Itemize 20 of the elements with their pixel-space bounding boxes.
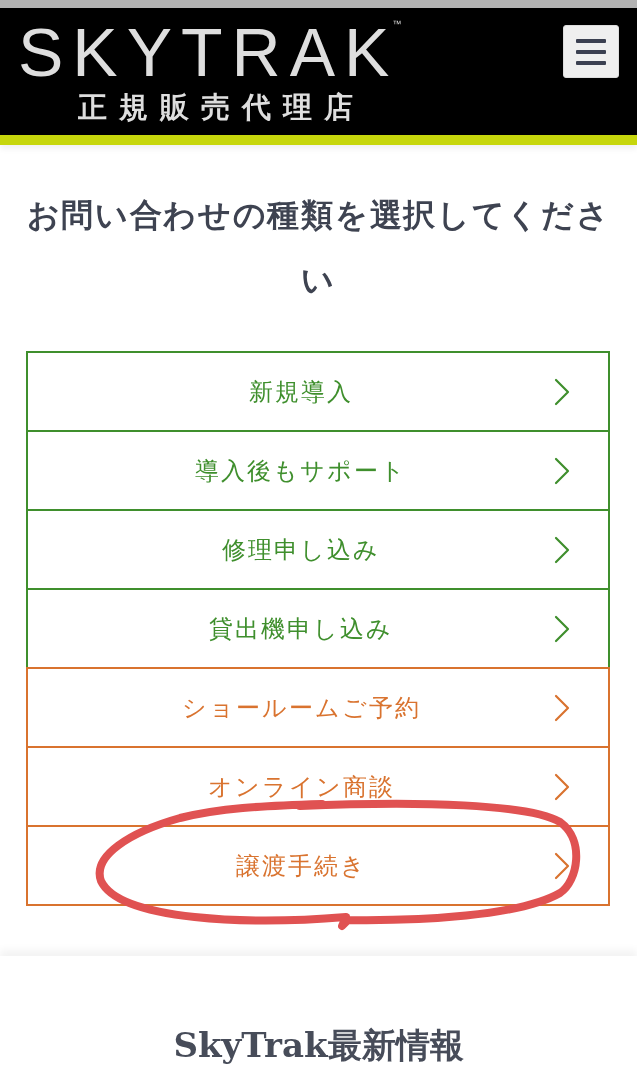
- menu-button[interactable]: [563, 25, 619, 78]
- chevron-right-icon: [554, 693, 570, 722]
- chevron-right-icon: [554, 377, 570, 406]
- site-logo[interactable]: SKYTRAK$^{™}$: [18, 16, 408, 88]
- chevron-right-icon: [554, 456, 570, 485]
- inquiry-option[interactable]: 譲渡手続き: [26, 825, 610, 906]
- chevron-right-icon: [554, 535, 570, 564]
- inquiry-option[interactable]: 新規導入: [26, 351, 610, 432]
- inquiry-option[interactable]: 修理申し込み: [26, 509, 610, 590]
- inquiry-option[interactable]: 貸出機申し込み: [26, 588, 610, 669]
- logo-subtitle: 正規販売代理店: [78, 90, 366, 124]
- news-heading: SkyTrak最新情報: [172, 1024, 465, 1067]
- inquiry-option[interactable]: オンライン商談: [26, 746, 610, 827]
- chevron-right-icon: [554, 614, 570, 643]
- chevron-right-icon: [554, 772, 570, 801]
- menu-icon: [576, 38, 606, 65]
- inquiry-option[interactable]: 導入後もサポート: [26, 430, 610, 511]
- chevron-right-icon: [554, 851, 570, 880]
- page-heading: お問い合わせの種類を選択してください: [25, 195, 612, 301]
- inquiry-option[interactable]: ショールームご予約: [26, 667, 610, 748]
